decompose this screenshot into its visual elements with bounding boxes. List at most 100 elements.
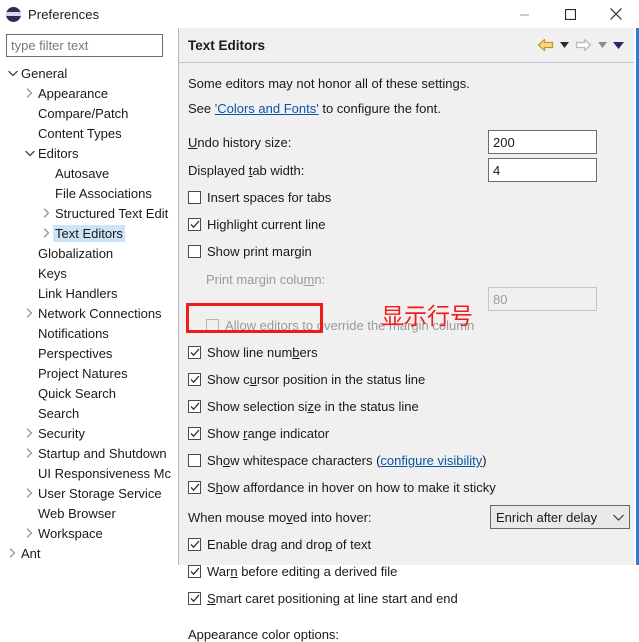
checkbox-show-cursor-position[interactable]: Show cursor position in the status line — [188, 372, 425, 387]
label-mnemonic: b — [292, 345, 300, 360]
sidebar-item-workspace[interactable]: Workspace — [0, 523, 178, 543]
checkbox-smart-caret-positioning[interactable]: Smart caret positioning at line start an… — [188, 591, 458, 606]
sidebar-item-search[interactable]: Search — [0, 403, 178, 423]
chevron-right-icon[interactable] — [23, 423, 36, 443]
sidebar-item-perspectives[interactable]: Perspectives — [0, 343, 178, 363]
checkbox-enable-drag-and-drop[interactable]: Enable drag and drop of text — [188, 537, 371, 552]
sidebar-item-network-connections[interactable]: Network Connections — [0, 303, 178, 323]
checkbox-highlight-current-line[interactable]: Highlight current line — [188, 217, 326, 232]
checkbox-box[interactable] — [188, 191, 201, 204]
checkbox-show-line-numbers[interactable]: Show line numbers — [188, 345, 318, 360]
sidebar-item-project-natures[interactable]: Project Natures — [0, 363, 178, 383]
checkbox-box[interactable] — [188, 565, 201, 578]
back-button[interactable] — [535, 35, 555, 55]
checkbox-show-whitespace-characters[interactable]: Show whitespace characters (configure vi… — [188, 453, 487, 468]
sidebar-item-label: Ant — [21, 545, 41, 561]
sidebar-item-globalization[interactable]: Globalization — [0, 243, 178, 263]
checkbox-show-affordance-in-hover[interactable]: Show affordance in hover on how to make … — [188, 480, 496, 495]
checkbox-box[interactable] — [188, 592, 201, 605]
displayed-tab-width-input[interactable] — [488, 158, 597, 182]
chevron-right-icon[interactable] — [40, 223, 53, 243]
preferences-tree[interactable]: General Appearance Compare/Patch Content Ty… — [0, 63, 178, 563]
eclipse-icon — [6, 6, 21, 22]
note-prefix: See — [188, 101, 215, 116]
filter-input[interactable] — [6, 34, 163, 57]
chevron-right-icon[interactable] — [6, 543, 19, 563]
chevron-down-icon[interactable] — [23, 143, 36, 163]
forward-dropdown-caret-down-icon[interactable] — [595, 35, 609, 55]
sidebar-item-ui-responsiveness-mc[interactable]: UI Responsiveness Mc — [0, 463, 178, 483]
sidebar-item-content-types[interactable]: Content Types — [0, 123, 178, 143]
checkbox-warn-before-editing-derived[interactable]: Warn before editing a derived file — [188, 564, 397, 579]
window-titlebar: Preferences — [0, 0, 639, 28]
checkbox-insert-spaces-for-tabs[interactable]: Insert spaces for tabs — [188, 190, 331, 205]
sidebar-item-structured-text-edit[interactable]: Structured Text Edit — [0, 203, 178, 223]
colors-and-fonts-link[interactable]: 'Colors and Fonts' — [215, 101, 319, 116]
sidebar-item-ant[interactable]: Ant — [0, 543, 178, 563]
chevron-right-icon[interactable] — [40, 203, 53, 223]
sidebar-item-startup-and-shutdown[interactable]: Startup and Shutdown — [0, 443, 178, 463]
sidebar-item-label: Editors — [38, 145, 79, 161]
chevron-right-icon[interactable] — [23, 83, 36, 103]
chevron-right-icon[interactable] — [23, 523, 36, 543]
sidebar-item-label: Project Natures — [38, 365, 128, 381]
sidebar-item-label: Appearance — [38, 85, 109, 101]
checkbox-box[interactable] — [188, 481, 201, 494]
checkbox-box[interactable] — [188, 454, 201, 467]
sidebar-item-file-associations[interactable]: File Associations — [0, 183, 178, 203]
configure-visibility-link[interactable]: configure visibility — [380, 453, 482, 468]
checkbox-box[interactable] — [188, 373, 201, 386]
maximize-button[interactable] — [547, 0, 593, 28]
checkbox-label: Show affordance in hover on how to make … — [207, 480, 496, 495]
view-menu-caret-down-icon[interactable] — [611, 35, 625, 55]
sidebar-item-compare-patch[interactable]: Compare/Patch — [0, 103, 178, 123]
forward-button[interactable] — [573, 35, 593, 55]
checkbox-box[interactable] — [188, 346, 201, 359]
close-button[interactable] — [593, 0, 639, 28]
sidebar-item-quick-search[interactable]: Quick Search — [0, 383, 178, 403]
intro-note-line2: See 'Colors and Fonts' to configure the … — [188, 101, 441, 116]
sidebar-item-text-editors[interactable]: Text Editors — [0, 223, 178, 243]
checkbox-show-print-margin[interactable]: Show print margin — [188, 244, 312, 259]
sidebar-item-link-handlers[interactable]: Link Handlers — [0, 283, 178, 303]
chevron-right-icon[interactable] — [23, 483, 36, 503]
sidebar-item-notifications[interactable]: Notifications — [0, 323, 178, 343]
chevron-down-icon[interactable] — [6, 63, 19, 83]
back-dropdown-caret-down-icon[interactable] — [557, 35, 571, 55]
sidebar-item-editors[interactable]: Editors — [0, 143, 178, 163]
label-post: ed into hover: — [292, 510, 372, 525]
chevron-right-icon[interactable] — [23, 443, 36, 463]
minimize-button[interactable] — [501, 0, 547, 28]
checkbox-box[interactable] — [188, 427, 201, 440]
checkbox-box[interactable] — [188, 218, 201, 231]
checkbox-label: Show selection size in the status line — [207, 399, 419, 414]
checkbox-box[interactable] — [188, 400, 201, 413]
sidebar-item-label: Startup and Shutdown — [38, 445, 167, 461]
sidebar-item-web-browser[interactable]: Web Browser — [0, 503, 178, 523]
hover-mode-combobox[interactable]: Enrich after delay — [490, 505, 630, 529]
sidebar-item-label: Network Connections — [38, 305, 162, 321]
undo-history-size-input[interactable] — [488, 130, 597, 154]
sidebar-item-general[interactable]: General — [0, 63, 178, 83]
sidebar-item-keys[interactable]: Keys — [0, 263, 178, 283]
chevron-right-icon[interactable] — [23, 303, 36, 323]
checkbox-show-selection-size[interactable]: Show selection size in the status line — [188, 399, 419, 414]
checkbox-box[interactable] — [188, 538, 201, 551]
label-post2: ) — [482, 453, 487, 468]
sidebar-item-label: Globalization — [38, 245, 114, 261]
sidebar-item-autosave[interactable]: Autosave — [0, 163, 178, 183]
label-post: ab width: — [252, 163, 305, 178]
sidebar-item-label: File Associations — [55, 185, 152, 201]
sidebar-item-user-storage-service[interactable]: User Storage Service — [0, 483, 178, 503]
label-mnemonic: U — [188, 135, 198, 150]
sidebar-item-appearance[interactable]: Appearance — [0, 83, 178, 103]
sidebar-item-label: General — [21, 65, 68, 81]
sidebar-item-security[interactable]: Security — [0, 423, 178, 443]
checkbox-box[interactable] — [188, 245, 201, 258]
checkbox-show-range-indicator[interactable]: Show range indicator — [188, 426, 329, 441]
sidebar-item-label: Security — [38, 425, 85, 441]
